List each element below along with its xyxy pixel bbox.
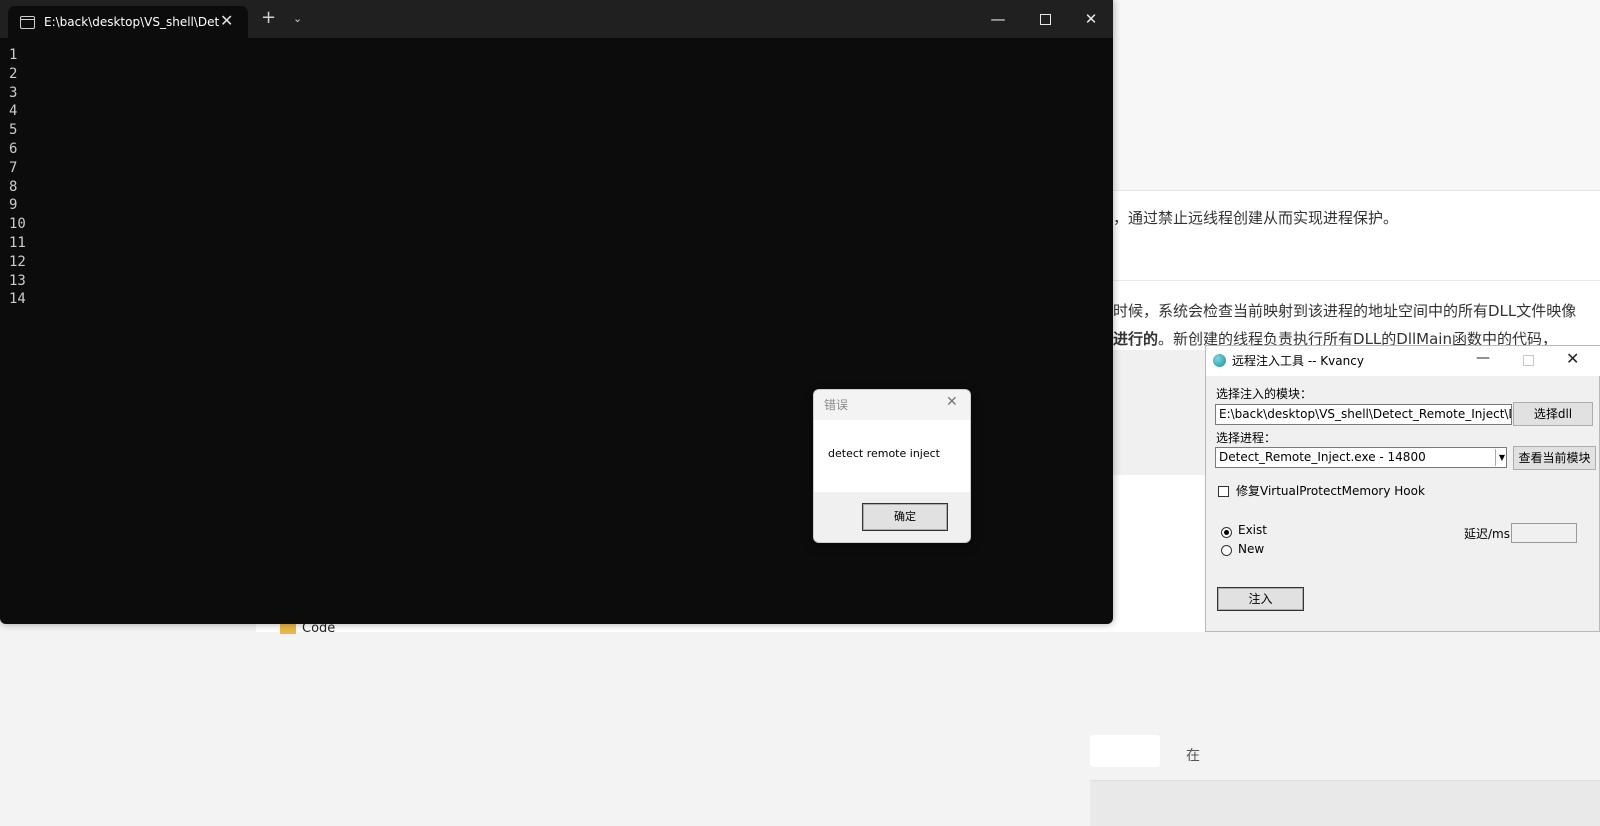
tab-close-icon[interactable]: ✕ (220, 11, 233, 30)
inject-tool-window: 远程注入工具 -- Kvancy — ✕ 选择注入的模块： E:\back\de… (1205, 345, 1600, 632)
error-message: detect remote inject (828, 447, 940, 460)
fix-hook-label: 修复VirtualProtectMemory Hook (1236, 484, 1425, 498)
terminal-line: 10 (9, 216, 26, 233)
terminal-line: 11 (9, 234, 26, 251)
inject-tool-title: 远程注入工具 -- Kvancy (1232, 354, 1364, 368)
exist-radio[interactable] (1221, 527, 1232, 538)
terminal-line: 3 (9, 84, 18, 101)
close-icon[interactable]: ✕ (946, 394, 958, 410)
terminal-line: 13 (9, 272, 26, 289)
error-dialog: 错误 ✕ detect remote inject 确定 (813, 389, 971, 543)
inject-button[interactable]: 注入 (1217, 587, 1304, 611)
app-icon (1213, 354, 1226, 367)
background-strip (1090, 780, 1600, 826)
module-label: 选择注入的模块： (1216, 387, 1313, 401)
maximize-icon (1039, 14, 1051, 25)
terminal-titlebar: E:\back\desktop\VS_shell\Det ✕ + ⌄ — ✕ (0, 0, 1113, 38)
maximize-button[interactable] (1022, 0, 1068, 38)
exist-radio-label: Exist (1238, 523, 1267, 537)
new-tab-icon[interactable]: + (261, 9, 276, 27)
error-dialog-title: 错误 (824, 398, 849, 412)
process-select-value: Detect_Remote_Inject.exe - 14800 (1219, 450, 1426, 464)
terminal-line: 5 (9, 122, 18, 139)
article-text-line: 的时候，系统会检查当前映射到该进程的地址空间中的所有DLL文件映像 (1098, 302, 1577, 320)
dropdown-arrow-icon[interactable]: ▼ (1495, 449, 1506, 466)
article-divider (1090, 280, 1600, 281)
select-dll-button[interactable]: 选择dll (1513, 402, 1593, 426)
error-dialog-titlebar: 错误 ✕ (814, 390, 970, 420)
terminal-line: 12 (9, 253, 26, 270)
minimize-button[interactable]: — (1476, 350, 1490, 366)
article-header-area (1090, 0, 1600, 191)
terminal-line: 4 (9, 103, 18, 120)
maximize-button (1523, 355, 1534, 366)
terminal-line: 8 (9, 178, 18, 195)
article-text-line: 案，通过禁止远线程创建从而实现进程保护。 (1098, 209, 1399, 227)
background-search-box[interactable] (1090, 735, 1160, 767)
terminal-tab-title: E:\back\desktop\VS_shell\Det (44, 15, 219, 29)
minimize-button[interactable]: — (975, 0, 1021, 38)
terminal-output[interactable]: 1 2 3 4 5 6 7 8 9 10 11 12 13 14 (9, 46, 26, 309)
terminal-line: 6 (9, 140, 18, 157)
inject-tool-titlebar: 远程注入工具 -- Kvancy — ✕ (1206, 346, 1600, 376)
new-radio-label: New (1238, 542, 1265, 556)
terminal-line: 14 (9, 291, 26, 308)
dll-path-input[interactable]: E:\back\desktop\VS_shell\Detect_Remote_I… (1215, 404, 1512, 425)
delay-input[interactable] (1511, 523, 1577, 543)
explorer-item-code[interactable]: Code (280, 622, 335, 636)
process-label: 选择进程： (1216, 431, 1277, 445)
ok-button[interactable]: 确定 (862, 503, 948, 531)
close-window-button[interactable]: ✕ (1068, 0, 1113, 38)
terminal-line: 9 (9, 197, 18, 214)
process-select[interactable]: Detect_Remote_Inject.exe - 14800 ▼ (1215, 447, 1507, 468)
console-icon (20, 16, 35, 29)
chevron-down-icon[interactable]: ⌄ (293, 12, 302, 25)
terminal-line: 7 (9, 159, 18, 176)
close-button[interactable]: ✕ (1566, 349, 1579, 368)
terminal-line: 1 (9, 47, 18, 63)
terminal-tab[interactable]: E:\back\desktop\VS_shell\Det ✕ (8, 6, 248, 38)
terminal-line: 2 (9, 65, 18, 82)
view-modules-button[interactable]: 查看当前模块 (1513, 446, 1596, 470)
background-search-hint: 在 (1186, 748, 1200, 764)
folder-icon (280, 623, 296, 634)
new-radio[interactable] (1221, 545, 1232, 556)
delay-label: 延迟/ms (1464, 527, 1510, 541)
fix-hook-checkbox[interactable] (1218, 486, 1229, 497)
